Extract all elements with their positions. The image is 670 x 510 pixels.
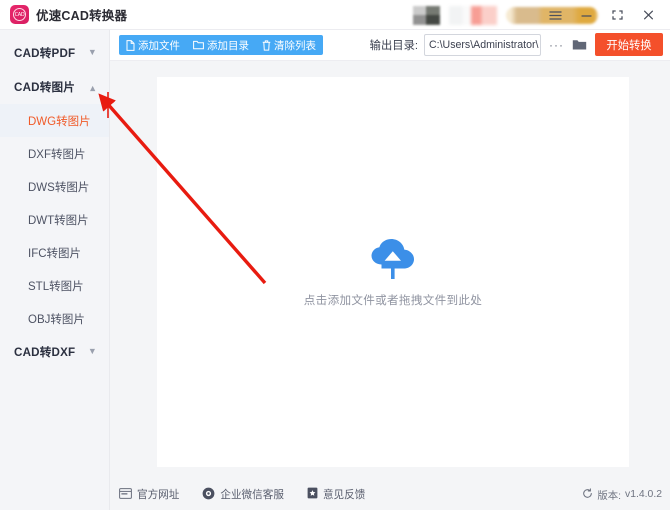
add-folder-label: 添加目录 xyxy=(207,39,249,52)
sidebar-item-stl-to-image[interactable]: STL转图片 xyxy=(0,269,109,302)
obscured-widget-2 xyxy=(449,6,497,25)
main-content: 添加文件 添加目录 清除列表 输出目录: C:\Users\Administra… xyxy=(110,30,670,510)
cloud-upload-icon xyxy=(367,236,419,281)
bottom-status-bar: 官方网址 企业微信客服 意见反馈 版本: v1.4.0.2 xyxy=(110,479,670,510)
browser-window-icon xyxy=(119,487,132,502)
folder-icon xyxy=(193,40,204,50)
sidebar-item-label: OBJ转图片 xyxy=(28,313,85,326)
support-circle-icon xyxy=(202,487,215,503)
sidebar-item-dwt-to-image[interactable]: DWT转图片 xyxy=(0,203,109,236)
sidebar-group-label: CAD转图片 xyxy=(14,81,76,94)
output-dir-input[interactable]: C:\Users\Administrator\ xyxy=(424,33,541,56)
chevron-down-icon: ▼ xyxy=(87,46,97,57)
open-folder-icon[interactable] xyxy=(572,38,587,51)
title-bar: CAD 优速CAD转换器 xyxy=(0,0,670,30)
app-title: 优速CAD转换器 xyxy=(36,9,128,23)
sidebar-group-label: CAD转PDF xyxy=(14,47,76,60)
toolbar: 添加文件 添加目录 清除列表 输出目录: C:\Users\Administra… xyxy=(110,30,670,61)
feedback-label: 意见反馈 xyxy=(322,489,366,501)
sidebar-item-label: DWS转图片 xyxy=(28,181,90,194)
add-folder-button[interactable]: 添加目录 xyxy=(193,38,249,53)
application-window: CAD 优速CAD转换器 CAD转PDF ▼ CAD转图片 ▼ DWG转图片 D… xyxy=(0,0,670,510)
sidebar-item-label: DWT转图片 xyxy=(28,214,89,227)
sidebar-item-label: IFC转图片 xyxy=(28,247,82,260)
dropzone-container: 点击添加文件或者拖拽文件到此处 xyxy=(110,61,670,479)
file-icon xyxy=(126,39,135,51)
hamburger-icon[interactable] xyxy=(542,2,569,28)
official-website-link[interactable]: 官方网址 xyxy=(119,487,179,502)
feedback-book-icon xyxy=(307,487,318,502)
obscured-widget-1 xyxy=(413,6,440,25)
minimize-icon[interactable] xyxy=(573,2,600,28)
version-label: 版本: xyxy=(597,491,622,502)
maximize-icon[interactable] xyxy=(604,2,631,28)
close-icon[interactable] xyxy=(635,2,662,28)
sidebar-group-cad-to-image[interactable]: CAD转图片 ▼ xyxy=(0,70,109,104)
bottom-links: 官方网址 企业微信客服 意见反馈 xyxy=(119,487,365,503)
chevron-up-icon: ▼ xyxy=(87,83,97,94)
start-convert-button[interactable]: 开始转换 xyxy=(595,33,663,56)
window-controls xyxy=(542,0,662,30)
clear-list-button[interactable]: 清除列表 xyxy=(262,38,316,53)
app-logo: CAD 优速CAD转换器 xyxy=(0,5,127,24)
version-info[interactable]: 版本: v1.4.0.2 xyxy=(582,487,662,502)
output-settings: 输出目录: C:\Users\Administrator\ ··· 开始转换 xyxy=(370,33,663,56)
official-website-label: 官方网址 xyxy=(137,489,180,501)
sidebar-item-dwg-to-image[interactable]: DWG转图片 xyxy=(0,104,109,137)
logo-icon: CAD xyxy=(10,5,29,24)
sidebar-item-dws-to-image[interactable]: DWS转图片 xyxy=(0,170,109,203)
sidebar-group-cad-to-dxf[interactable]: CAD转DXF ▼ xyxy=(0,335,109,369)
sidebar-item-label: DXF转图片 xyxy=(28,148,86,161)
browse-dots-button[interactable]: ··· xyxy=(547,38,566,52)
chevron-down-icon: ▼ xyxy=(87,345,97,356)
add-file-label: 添加文件 xyxy=(138,39,180,52)
wechat-support-link[interactable]: 企业微信客服 xyxy=(202,487,284,503)
version-value: v1.4.0.2 xyxy=(625,489,662,500)
refresh-icon xyxy=(582,487,593,502)
sidebar-item-label: STL转图片 xyxy=(28,280,84,293)
sidebar: CAD转PDF ▼ CAD转图片 ▼ DWG转图片 DXF转图片 DWS转图片 … xyxy=(0,30,110,510)
sidebar-item-label: DWG转图片 xyxy=(28,115,91,128)
dropzone-hint-text: 点击添加文件或者拖拽文件到此处 xyxy=(303,294,483,307)
clear-list-label: 清除列表 xyxy=(274,39,316,52)
sidebar-group-cad-to-pdf[interactable]: CAD转PDF ▼ xyxy=(0,36,109,70)
wechat-support-label: 企业微信客服 xyxy=(220,489,284,501)
sidebar-item-obj-to-image[interactable]: OBJ转图片 xyxy=(0,302,109,335)
sidebar-item-dxf-to-image[interactable]: DXF转图片 xyxy=(0,137,109,170)
add-file-button[interactable]: 添加文件 xyxy=(126,38,180,53)
file-dropzone[interactable]: 点击添加文件或者拖拽文件到此处 xyxy=(157,77,629,467)
feedback-link[interactable]: 意见反馈 xyxy=(307,487,365,502)
file-action-buttons: 添加文件 添加目录 清除列表 xyxy=(119,35,323,55)
output-dir-label: 输出目录: xyxy=(369,39,418,52)
sidebar-group-label: CAD转DXF xyxy=(14,346,76,359)
logo-ring-label: CAD xyxy=(13,8,26,21)
sidebar-item-ifc-to-image[interactable]: IFC转图片 xyxy=(0,236,109,269)
trash-icon xyxy=(262,39,271,51)
